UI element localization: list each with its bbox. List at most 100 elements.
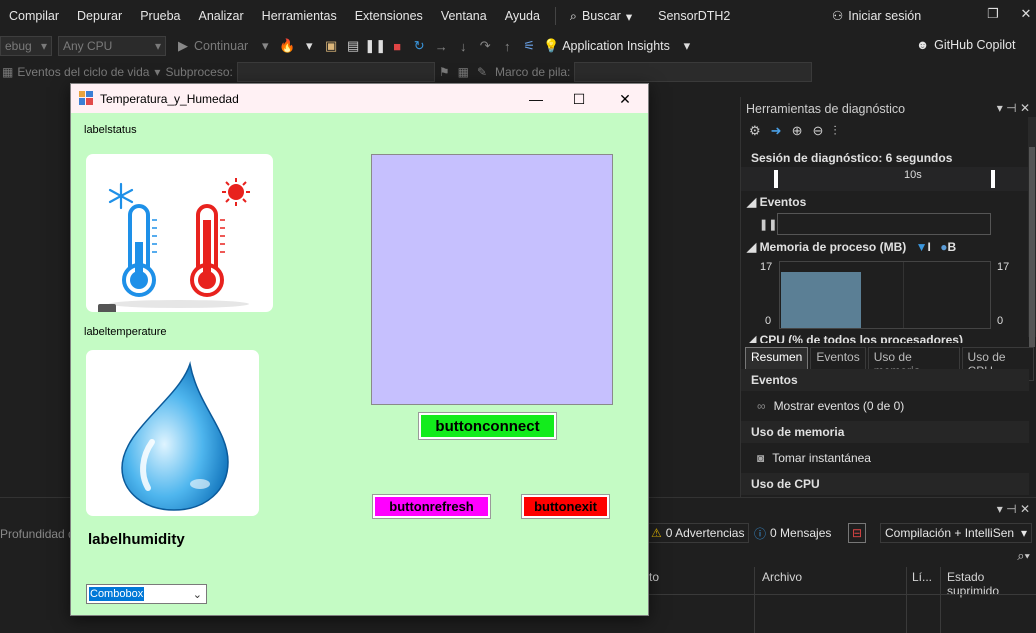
- stack-frame-select[interactable]: [574, 62, 813, 82]
- close-window-button[interactable]: ✕: [1016, 6, 1036, 26]
- restore-window-button[interactable]: ❐: [983, 6, 1003, 26]
- step-out-icon[interactable]: ↑: [497, 36, 517, 56]
- menu-herramientas[interactable]: Herramientas: [253, 9, 346, 23]
- port-combobox[interactable]: Combobox ⌄: [86, 584, 207, 604]
- memory-chart: [779, 261, 991, 329]
- gear-icon[interactable]: ⚙: [749, 123, 761, 139]
- events-header[interactable]: ◢ Eventos: [747, 195, 806, 209]
- take-snapshot-label: Tomar instantánea: [772, 451, 871, 465]
- copilot-button[interactable]: ☻ GitHub Copilot: [916, 38, 1015, 52]
- hot-reload-icon[interactable]: 🔥: [277, 36, 297, 56]
- search-icon: ⌕: [569, 8, 577, 23]
- menu-prueba[interactable]: Prueba: [131, 9, 189, 23]
- filter-toggle-icon[interactable]: ⊟: [848, 523, 867, 543]
- chevron-down-icon: ▾: [625, 9, 633, 24]
- maximize-button[interactable]: ☐: [566, 89, 592, 109]
- memory-axis-max-right: 17: [997, 261, 1010, 273]
- thread-label: Subproceso:: [165, 65, 233, 79]
- menu-ventana[interactable]: Ventana: [432, 9, 496, 23]
- timeline-start-handle[interactable]: [774, 170, 778, 188]
- events-track: [777, 213, 991, 235]
- step-back-icon[interactable]: ↷: [475, 36, 495, 56]
- minimize-button[interactable]: —: [523, 89, 549, 109]
- chevron-down-icon[interactable]: ▾: [677, 36, 697, 56]
- chart-icon[interactable]: ⫶: [833, 123, 836, 139]
- chevron-down-icon[interactable]: ▾: [154, 65, 160, 79]
- step-into-icon[interactable]: ↓: [453, 36, 473, 56]
- search-icon[interactable]: ⌕▾: [1017, 548, 1030, 564]
- chevron-down-icon[interactable]: ▾: [299, 36, 319, 56]
- window-icon[interactable]: ▤: [343, 36, 363, 56]
- diagnostics-scrollbar[interactable]: [1028, 117, 1036, 347]
- zoom-in-icon[interactable]: ⊕: [792, 123, 803, 139]
- col-line[interactable]: Lí...: [912, 570, 932, 584]
- list-cpu-header: Uso de CPU: [741, 473, 1029, 495]
- signin-button[interactable]: ⚇ Iniciar sesión: [832, 8, 921, 24]
- chevron-down-icon[interactable]: ▾: [255, 36, 275, 56]
- continue-label[interactable]: Continuar: [194, 39, 248, 53]
- lifecycle-events[interactable]: Eventos del ciclo de vida: [17, 65, 149, 79]
- memory-legend-1: I: [927, 240, 931, 254]
- diagnostics-icon[interactable]: ⚟: [519, 36, 539, 56]
- timeline-end-handle[interactable]: [991, 170, 995, 188]
- grid-icon[interactable]: ▦: [458, 65, 469, 79]
- warnings-filter[interactable]: ⚠ 0 Advertencias: [646, 523, 750, 543]
- menu-analizar[interactable]: Analizar: [190, 9, 253, 23]
- build-scope-value: Compilación + IntelliSen: [885, 526, 1015, 540]
- col-code[interactable]: to: [649, 570, 659, 584]
- messages-label: 0 Mensajes: [770, 526, 832, 540]
- list-events-header: Eventos: [741, 369, 1029, 391]
- lightbulb-icon: 💡: [543, 38, 560, 53]
- filter-icon[interactable]: ⚑: [439, 65, 450, 79]
- timeline-label: 10s: [904, 169, 922, 181]
- restart-icon[interactable]: ↻: [409, 36, 429, 56]
- stop-icon[interactable]: ■: [387, 36, 407, 56]
- graph-panel: [371, 154, 613, 405]
- cpu-header-label: CPU (% de todos los procesadores): [759, 333, 963, 343]
- platform-select[interactable]: Any CPU ▾: [58, 36, 166, 56]
- pause-icon[interactable]: ❚❚: [364, 36, 386, 56]
- warnings-label: 0 Advertencias: [665, 526, 745, 540]
- cpu-header[interactable]: ◢ CPU (% de todos los procesadores): [747, 333, 963, 343]
- water-drop-icon: [121, 361, 229, 511]
- show-events-link[interactable]: ∞ Mostrar eventos (0 de 0): [757, 399, 904, 413]
- copilot-label: GitHub Copilot: [934, 38, 1016, 52]
- events-header-label: Eventos: [759, 195, 807, 209]
- exit-button[interactable]: buttonexit: [521, 494, 610, 519]
- grid-divider: [906, 567, 907, 633]
- menu-ayuda[interactable]: Ayuda: [496, 9, 549, 23]
- messages-filter[interactable]: ⓘ 0 Mensajes: [754, 523, 831, 543]
- build-scope-select[interactable]: Compilación + IntelliSen ▾: [880, 523, 1032, 543]
- copilot-icon: ☻: [916, 38, 930, 52]
- memory-header[interactable]: ◢ Memoria de proceso (MB) ▼I ●B: [747, 240, 956, 254]
- scroll-thumb[interactable]: [1029, 147, 1035, 347]
- step-over-icon[interactable]: →: [431, 36, 451, 56]
- refresh-button[interactable]: buttonrefresh: [372, 494, 491, 519]
- zoom-out-icon[interactable]: ⊖: [812, 123, 823, 139]
- pin-icon[interactable]: ▾ ⊣ ✕: [997, 502, 1030, 516]
- take-snapshot-link[interactable]: ◙ Tomar instantánea: [757, 451, 871, 465]
- pin-icon[interactable]: ▾ ⊣ ✕: [997, 101, 1030, 115]
- chevron-down-icon: ▾: [1020, 526, 1027, 540]
- app-titlebar[interactable]: Temperatura_y_Humedad — ☐ ✕: [71, 84, 648, 113]
- app-insights-button[interactable]: Application Insights: [562, 39, 670, 53]
- label-humidity: labelhumidity: [88, 531, 185, 548]
- close-button[interactable]: ✕: [612, 89, 638, 109]
- thread-select[interactable]: [236, 62, 435, 82]
- search-button[interactable]: ⌕ Buscar ▾: [562, 9, 640, 24]
- label-temperature: labeltemperature: [84, 326, 167, 338]
- config-select[interactable]: ebug ▾: [0, 36, 52, 56]
- play-icon[interactable]: ▶: [173, 36, 193, 56]
- pause-icon[interactable]: ❚❚: [759, 218, 777, 231]
- connect-button[interactable]: buttonconnect: [418, 412, 557, 440]
- menu-extensiones[interactable]: Extensiones: [346, 9, 432, 23]
- events-icon: ∞: [757, 399, 766, 413]
- export-icon[interactable]: ➜: [771, 123, 782, 139]
- timeline-ruler[interactable]: 10s: [741, 167, 1029, 191]
- menu-compilar[interactable]: Compilar: [0, 9, 68, 23]
- menu-depurar[interactable]: Depurar: [68, 9, 131, 23]
- flag-icon[interactable]: ✎: [477, 65, 487, 79]
- col-file[interactable]: Archivo: [762, 570, 802, 584]
- folder-icon[interactable]: ▣: [321, 36, 341, 56]
- chevron-down-icon[interactable]: ⌄: [193, 588, 202, 601]
